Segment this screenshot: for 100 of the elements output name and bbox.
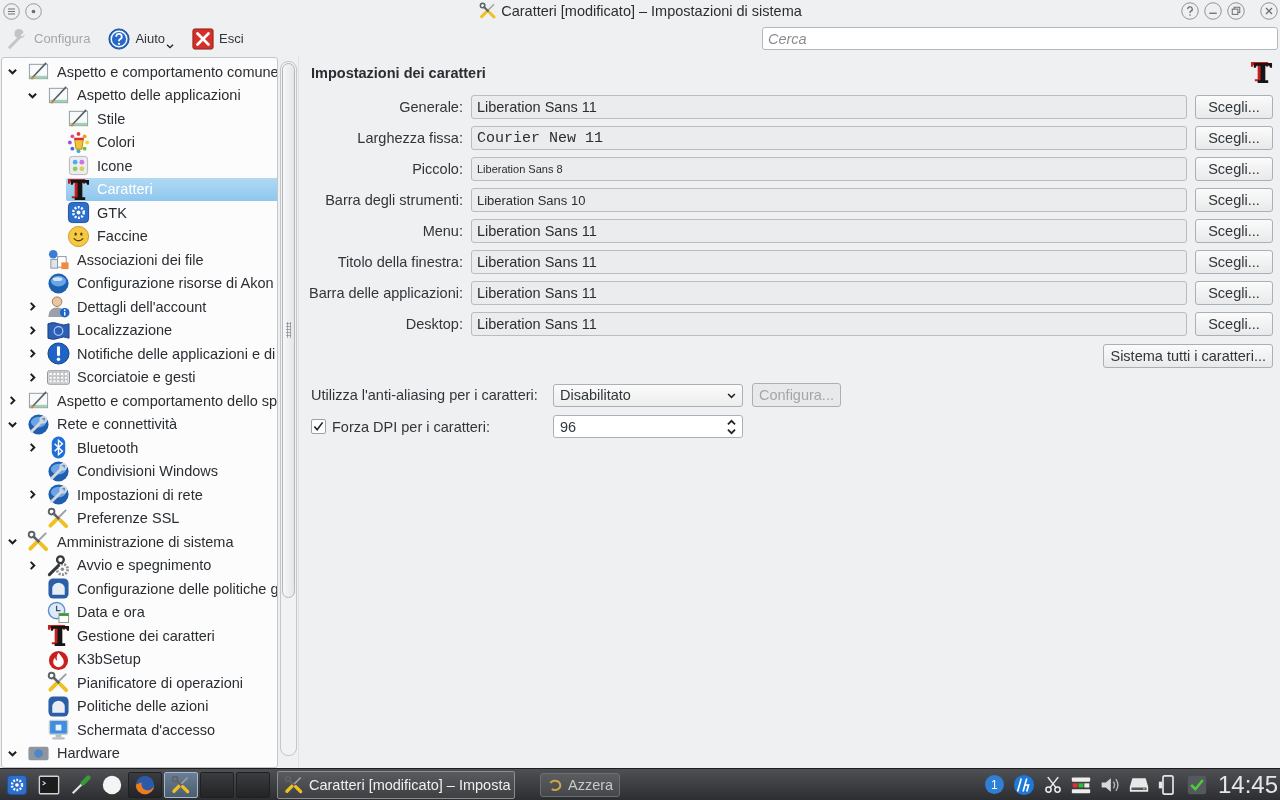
- chevron-right-icon[interactable]: [28, 325, 37, 335]
- tree-item[interactable]: Aspetto e comportamento dello sp: [26, 389, 277, 413]
- toolbar-button[interactable]: Esci: [190, 25, 246, 52]
- chevron-right-icon[interactable]: [8, 396, 17, 406]
- choose-button[interactable]: Scegli...: [1195, 250, 1273, 274]
- window-thumbnail[interactable]: [200, 771, 234, 798]
- tree-item[interactable]: Impostazioni di rete: [46, 483, 277, 507]
- section-title: Impostazioni dei caratteri: [311, 64, 486, 81]
- tree-item[interactable]: Faccine: [66, 224, 277, 248]
- tree-item[interactable]: Rete e connettività: [26, 412, 277, 436]
- spin-arrows-icon[interactable]: [727, 418, 736, 435]
- tree-item[interactable]: Aspetto delle applicazioni: [46, 83, 277, 107]
- globe-wrench-icon: [27, 412, 50, 436]
- tree-item[interactable]: Preferenze SSL: [46, 506, 277, 530]
- tree-item[interactable]: Configurazione risorse di Akon: [46, 271, 277, 295]
- minimize-icon[interactable]: [1204, 2, 1222, 20]
- chevron-down-icon[interactable]: [8, 419, 17, 429]
- tree-item[interactable]: Politiche delle azioni: [46, 694, 277, 718]
- adjust-all-button[interactable]: Sistema tutti i caratteri...: [1103, 344, 1273, 368]
- close-icon: [192, 27, 214, 50]
- chevron-right-icon[interactable]: [28, 349, 37, 359]
- checkbox[interactable]: [311, 419, 326, 434]
- tree-item[interactable]: Data e ora: [46, 600, 277, 624]
- help-icon[interactable]: [1181, 2, 1199, 20]
- smiley-icon: [67, 224, 90, 248]
- tree-item[interactable]: Condivisioni Windows: [46, 459, 277, 483]
- font-field[interactable]: Liberation Sans 11: [470, 250, 1187, 274]
- tree-item[interactable]: Notifiche delle applicazioni e di: [46, 342, 277, 366]
- tree-item[interactable]: Scorciatoie e gesti: [46, 365, 277, 389]
- font-field[interactable]: Liberation Sans 11: [470, 95, 1187, 119]
- toolbar-button[interactable]: Aiuto: [106, 25, 176, 52]
- circle-icon[interactable]: [102, 774, 122, 795]
- font-field[interactable]: Liberation Sans 8: [470, 157, 1187, 181]
- window-thumbnail[interactable]: [236, 771, 270, 798]
- tree-item[interactable]: GTK: [66, 201, 277, 225]
- reset-button[interactable]: Azzera: [540, 772, 621, 797]
- search-field[interactable]: Cerca: [762, 27, 1278, 50]
- scrollbar[interactable]: [280, 61, 297, 756]
- tree-item[interactable]: Localizzazione: [46, 318, 277, 342]
- dpi-spinbox[interactable]: 96: [553, 415, 743, 438]
- window-thumbnail[interactable]: [128, 771, 162, 798]
- task-button[interactable]: Caratteri [modificato] – Imposta: [277, 770, 515, 799]
- pin-icon[interactable]: [25, 2, 42, 20]
- notification-badge[interactable]: 1: [984, 775, 1004, 794]
- tree-item[interactable]: Gestione dei caratteri: [46, 624, 277, 648]
- tree-item[interactable]: Stile: [66, 107, 277, 131]
- scrollbar-thumb[interactable]: [282, 63, 295, 598]
- tree-item[interactable]: Associazioni dei file: [46, 248, 277, 272]
- tree-item[interactable]: Bluetooth: [46, 436, 277, 460]
- font-field[interactable]: Courier New 11: [470, 126, 1187, 150]
- chevron-right-icon[interactable]: [28, 560, 37, 570]
- tree-item[interactable]: Icone: [66, 154, 277, 178]
- chevron-right-icon[interactable]: [28, 372, 37, 382]
- tree-item[interactable]: Amministrazione di sistema: [26, 530, 277, 554]
- close-icon[interactable]: [1260, 2, 1278, 20]
- alert-icon: [47, 342, 70, 366]
- tree-item[interactable]: Hardware: [26, 741, 277, 765]
- tree-item[interactable]: Avvio e spegnimento: [46, 553, 277, 577]
- tools-icon: [47, 506, 70, 530]
- font-field[interactable]: Liberation Sans 10: [470, 188, 1187, 212]
- caret-icon: [166, 41, 174, 50]
- font-field[interactable]: Liberation Sans 11: [470, 312, 1187, 336]
- chevron-right-icon[interactable]: [28, 490, 37, 500]
- globe-wrench-icon: [47, 459, 70, 483]
- tree-item[interactable]: Configurazione delle politiche g: [46, 577, 277, 601]
- chevron-down-icon[interactable]: [8, 67, 17, 77]
- tools-icon: [47, 671, 70, 695]
- chevron-down-icon[interactable]: [28, 90, 37, 100]
- tree-item[interactable]: Pianificatore di operazioni: [46, 671, 277, 695]
- terminal-icon[interactable]: [38, 773, 60, 796]
- chevron-right-icon[interactable]: [28, 302, 37, 312]
- choose-button[interactable]: Scegli...: [1195, 95, 1273, 119]
- color-palette-icon: [67, 130, 90, 154]
- antialiasing-dropdown[interactable]: Disabilitato: [553, 383, 743, 407]
- chevron-down-icon[interactable]: [8, 748, 17, 758]
- font-field[interactable]: Liberation Sans 11: [470, 219, 1187, 243]
- font-field[interactable]: Liberation Sans 11: [470, 281, 1187, 305]
- choose-button[interactable]: Scegli...: [1195, 281, 1273, 305]
- choose-button[interactable]: Scegli...: [1195, 126, 1273, 150]
- chevron-down-icon[interactable]: [8, 537, 17, 547]
- chevron-right-icon[interactable]: [28, 443, 37, 453]
- choose-button[interactable]: Scegli...: [1195, 188, 1273, 212]
- menu-icon[interactable]: [3, 2, 20, 20]
- scissors-icon[interactable]: [1043, 775, 1062, 794]
- choose-button[interactable]: Scegli...: [1195, 157, 1273, 181]
- restore-icon[interactable]: [1227, 2, 1245, 20]
- serif-t-icon: [47, 624, 70, 648]
- field-label: Piccolo:: [412, 161, 463, 177]
- tree-item[interactable]: Colori: [66, 130, 277, 154]
- pipette-icon[interactable]: [70, 773, 92, 796]
- window-thumbnail[interactable]: [164, 771, 198, 798]
- tree-item[interactable]: Dettagli dell'account: [46, 295, 277, 319]
- choose-button[interactable]: Scegli...: [1195, 219, 1273, 243]
- choose-button[interactable]: Scegli...: [1195, 312, 1273, 336]
- tree-item[interactable]: Schermata d'accesso: [46, 718, 277, 742]
- round-logo-icon[interactable]: [1012, 773, 1035, 796]
- gear-tile-icon[interactable]: [6, 773, 28, 796]
- check-icon[interactable]: [1186, 774, 1207, 795]
- gear-tile-icon: [67, 201, 90, 225]
- tree-item[interactable]: K3bSetup: [46, 647, 277, 671]
